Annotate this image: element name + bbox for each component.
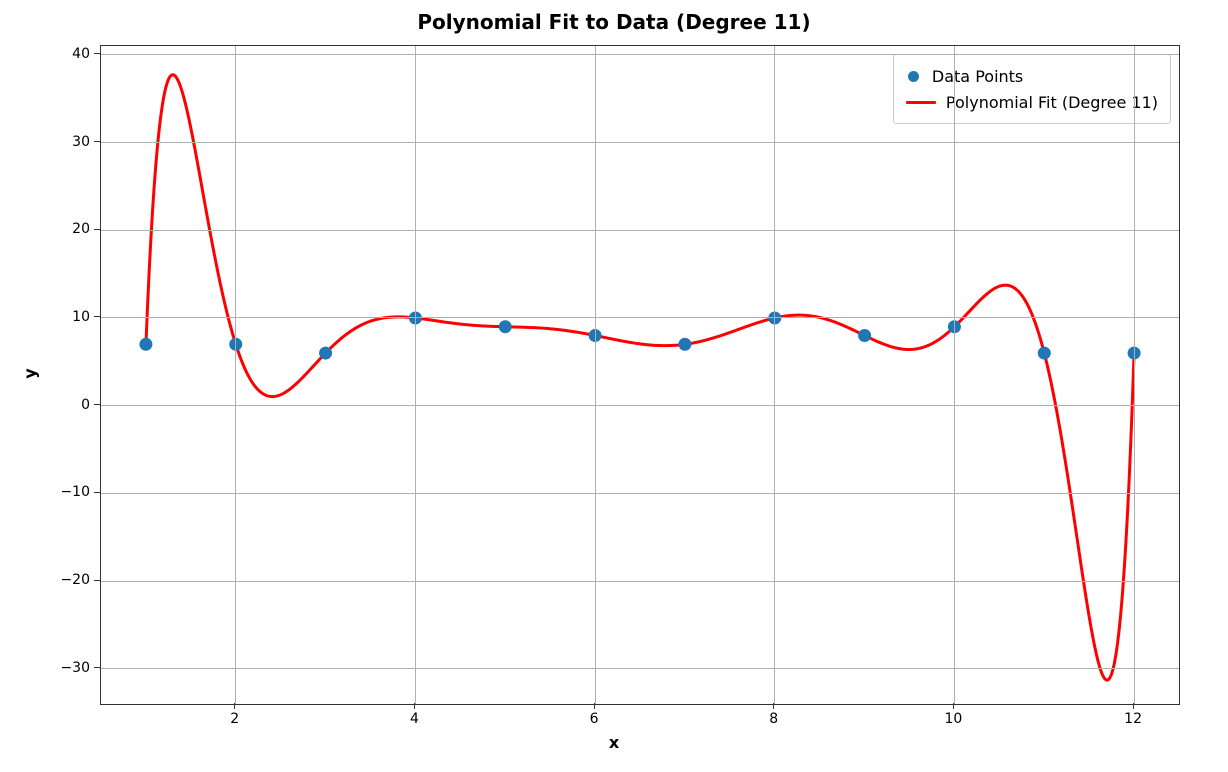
x-tick-mark xyxy=(953,703,954,709)
grid-v xyxy=(235,46,236,704)
legend-line-label: Polynomial Fit (Degree 11) xyxy=(946,93,1158,112)
y-tick-label: −30 xyxy=(60,660,90,676)
y-tick-mark xyxy=(94,404,100,405)
plot-svg xyxy=(101,46,1179,704)
data-point xyxy=(1038,347,1051,360)
x-tick-mark xyxy=(1133,703,1134,709)
legend-points-label: Data Points xyxy=(932,67,1023,86)
grid-v xyxy=(1134,46,1135,704)
fit-line xyxy=(146,75,1134,680)
grid-h xyxy=(101,230,1179,231)
legend-marker-icon xyxy=(906,68,922,84)
chart-title: Polynomial Fit to Data (Degree 11) xyxy=(0,10,1228,34)
legend-entry-line: Polynomial Fit (Degree 11) xyxy=(906,89,1158,115)
y-tick-label: 30 xyxy=(60,134,90,150)
y-tick-label: 40 xyxy=(60,46,90,62)
y-tick-label: −10 xyxy=(60,484,90,500)
data-point xyxy=(319,347,332,360)
y-tick-mark xyxy=(94,316,100,317)
figure: Polynomial Fit to Data (Degree 11) Data … xyxy=(0,0,1228,772)
y-tick-label: −20 xyxy=(60,572,90,588)
x-tick-label: 8 xyxy=(769,711,778,727)
data-point xyxy=(678,338,691,351)
legend-line-icon xyxy=(906,101,936,104)
legend: Data Points Polynomial Fit (Degree 11) xyxy=(893,54,1171,124)
y-tick-mark xyxy=(94,580,100,581)
grid-h xyxy=(101,54,1179,55)
grid-v xyxy=(415,46,416,704)
grid-h xyxy=(101,317,1179,318)
y-tick-mark xyxy=(94,229,100,230)
grid-v xyxy=(595,46,596,704)
y-tick-label: 20 xyxy=(60,221,90,237)
x-tick-label: 12 xyxy=(1124,711,1142,727)
x-tick-label: 10 xyxy=(944,711,962,727)
legend-entry-points: Data Points xyxy=(906,63,1158,89)
y-tick-label: 0 xyxy=(60,397,90,413)
x-tick-mark xyxy=(594,703,595,709)
x-tick-mark xyxy=(773,703,774,709)
axes-area: Data Points Polynomial Fit (Degree 11) xyxy=(100,45,1180,705)
x-tick-mark xyxy=(414,703,415,709)
grid-h xyxy=(101,668,1179,669)
x-tick-label: 4 xyxy=(410,711,419,727)
x-tick-label: 6 xyxy=(590,711,599,727)
y-tick-mark xyxy=(94,667,100,668)
y-tick-label: 10 xyxy=(60,309,90,325)
x-tick-label: 2 xyxy=(230,711,239,727)
grid-v xyxy=(954,46,955,704)
data-point xyxy=(139,338,152,351)
y-tick-mark xyxy=(94,141,100,142)
y-tick-mark xyxy=(94,492,100,493)
grid-h xyxy=(101,493,1179,494)
grid-h xyxy=(101,581,1179,582)
data-point xyxy=(499,320,512,333)
x-axis-label: x xyxy=(0,733,1228,752)
y-tick-mark xyxy=(94,53,100,54)
data-point xyxy=(858,329,871,342)
y-axis-label: y xyxy=(21,364,40,384)
grid-v xyxy=(774,46,775,704)
x-tick-mark xyxy=(234,703,235,709)
grid-h xyxy=(101,142,1179,143)
grid-h xyxy=(101,405,1179,406)
